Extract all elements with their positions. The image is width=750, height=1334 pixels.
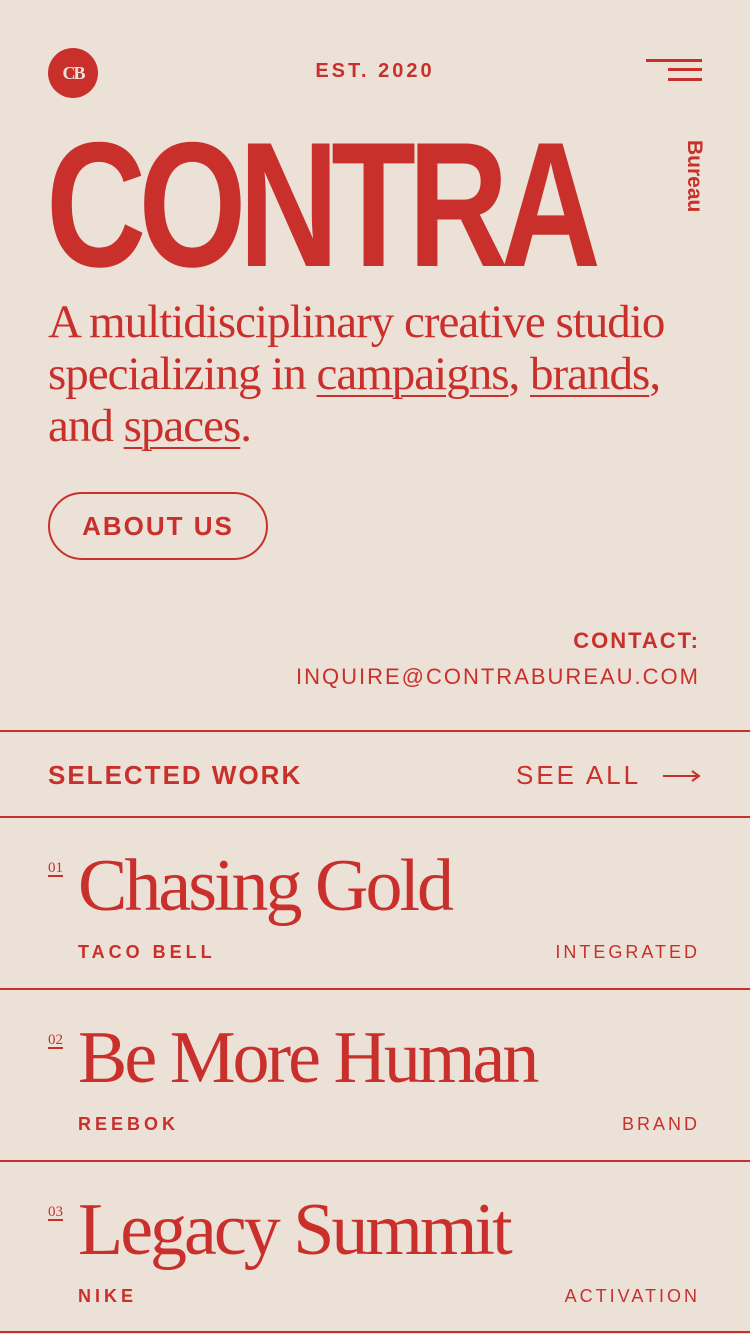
contact-email-link[interactable]: INQUIRE@CONTRABUREAU.COM bbox=[296, 664, 700, 690]
link-spaces[interactable]: spaces bbox=[124, 400, 242, 452]
project-client: TACO BELL bbox=[78, 942, 216, 962]
project-title: Chasing Gold bbox=[78, 845, 454, 927]
project-title: Legacy Summit bbox=[78, 1189, 513, 1271]
see-all-label: SEE ALL bbox=[516, 760, 642, 790]
brand-wordmark: CONTRA bbox=[46, 105, 601, 304]
link-campaigns[interactable]: campaigns bbox=[317, 348, 510, 400]
project-client: REEBOK bbox=[78, 1114, 180, 1134]
project-number: 02 bbox=[48, 1032, 63, 1048]
project-client: NIKE bbox=[78, 1286, 138, 1306]
project-number: 03 bbox=[48, 1204, 63, 1220]
established-label: EST. 2020 bbox=[315, 60, 435, 82]
selected-work-heading: SELECTED WORK bbox=[48, 760, 303, 790]
project-category: BRAND bbox=[621, 1114, 700, 1134]
see-all-link[interactable]: SEE ALL bbox=[516, 760, 701, 791]
hamburger-menu-icon[interactable] bbox=[644, 58, 704, 88]
arrow-right-icon bbox=[663, 769, 701, 782]
project-category: ACTIVATION bbox=[564, 1286, 700, 1306]
project-item[interactable]: 03 Legacy Summit NIKE ACTIVATION bbox=[0, 1162, 750, 1332]
divider bbox=[0, 730, 750, 732]
contact-label: CONTACT: bbox=[573, 628, 700, 653]
project-number: 01 bbox=[48, 860, 63, 876]
project-category: INTEGRATED bbox=[555, 942, 700, 962]
project-title: Be More Human bbox=[78, 1017, 539, 1099]
link-brands[interactable]: brands bbox=[530, 348, 650, 400]
divider bbox=[0, 1331, 750, 1333]
wordmark-side-label: Bureau bbox=[683, 140, 706, 213]
hero-tagline: A multidisciplinary creative studio spec… bbox=[48, 296, 665, 452]
project-item[interactable]: 02 Be More Human REEBOK BRAND bbox=[0, 990, 750, 1160]
project-item[interactable]: 01 Chasing Gold TACO BELL INTEGRATED bbox=[0, 818, 750, 988]
about-us-button[interactable]: ABOUT US bbox=[48, 492, 268, 560]
